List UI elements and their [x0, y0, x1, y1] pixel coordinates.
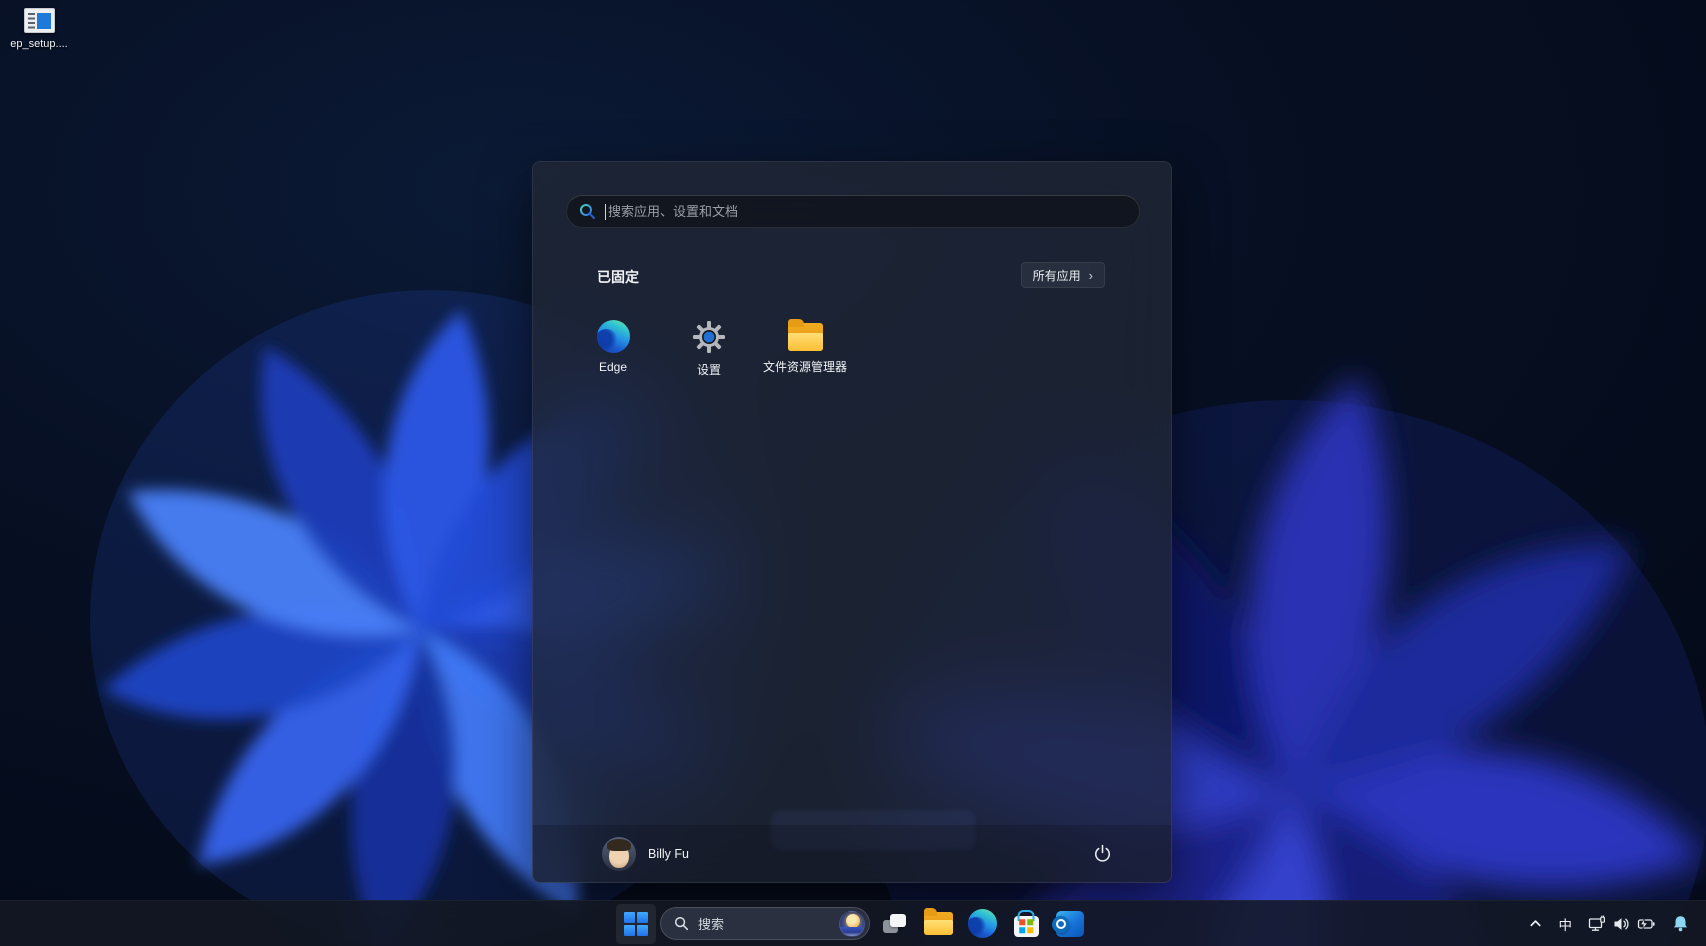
chevron-up-icon: [1528, 916, 1543, 931]
start-search-input[interactable]: [608, 204, 1127, 219]
pinned-apps-grid: Edge: [565, 308, 853, 394]
windows-logo-icon: [624, 912, 648, 936]
pinned-app-label: Edge: [599, 360, 627, 374]
notifications-button[interactable]: [1665, 906, 1696, 942]
user-name: Billy Fu: [648, 847, 689, 861]
power-button[interactable]: [1081, 833, 1123, 875]
microsoft-store-button[interactable]: [1006, 904, 1046, 944]
pinned-app-file-explorer[interactable]: 文件资源管理器: [757, 308, 853, 394]
pinned-app-settings[interactable]: 设置: [661, 308, 757, 394]
pinned-app-edge[interactable]: Edge: [565, 308, 661, 394]
desktop-icon-label: ep_setup....: [10, 38, 68, 50]
task-view-icon: [883, 914, 906, 933]
speaker-volume-icon: [1613, 916, 1630, 932]
store-icon: [1014, 916, 1039, 937]
display-network-icon: [1588, 915, 1606, 932]
pinned-header: 已固定 所有应用 ›: [533, 262, 1171, 292]
pinned-app-label: 文件资源管理器: [763, 358, 847, 375]
all-apps-button[interactable]: 所有应用 ›: [1021, 262, 1105, 288]
desktop-screen: ep_setup.... 已固定 所有应用 › Edg: [0, 0, 1706, 946]
hidden-icons-button[interactable]: [1521, 906, 1550, 942]
start-button[interactable]: [616, 904, 656, 944]
user-avatar: [602, 837, 636, 871]
outlook-button[interactable]: [1050, 904, 1090, 944]
task-view-button[interactable]: [874, 904, 914, 944]
battery-charging-icon: [1637, 916, 1656, 932]
outlook-icon: [1056, 911, 1084, 937]
start-menu: 已固定 所有应用 › Edge: [532, 161, 1172, 883]
network-volume-battery-button[interactable]: [1581, 906, 1663, 942]
taskbar: 搜索: [0, 900, 1706, 946]
start-search-box[interactable]: [566, 195, 1140, 228]
search-icon: [674, 916, 689, 931]
edge-button[interactable]: [962, 904, 1002, 944]
ime-indicator[interactable]: 中: [1552, 906, 1580, 942]
bing-daily-image-icon: [839, 911, 865, 937]
taskbar-search-box[interactable]: 搜索: [660, 907, 870, 940]
desktop-icon-ep-setup[interactable]: ep_setup....: [6, 8, 72, 50]
file-explorer-button[interactable]: [918, 904, 958, 944]
power-icon: [1093, 844, 1112, 863]
folder-icon: [924, 912, 953, 935]
user-account-button[interactable]: Billy Fu: [594, 833, 697, 875]
notification-bell-icon: [1672, 915, 1689, 932]
chevron-right-icon: ›: [1089, 269, 1093, 282]
taskbar-center-group: 搜索: [616, 901, 1090, 946]
text-cursor: [605, 204, 606, 220]
all-apps-label: 所有应用: [1033, 267, 1081, 284]
installer-window-icon: [24, 8, 55, 33]
settings-gear-icon: [692, 320, 726, 354]
start-menu-user-bar: Billy Fu: [533, 825, 1171, 882]
folder-icon: [788, 323, 823, 351]
search-icon: [579, 203, 596, 220]
edge-icon: [968, 909, 997, 938]
pinned-app-label: 设置: [697, 361, 721, 378]
taskbar-search-label: 搜索: [698, 914, 839, 933]
system-tray: 中: [1521, 901, 1697, 946]
pinned-section-title: 已固定: [597, 267, 639, 287]
edge-icon: [597, 320, 630, 353]
